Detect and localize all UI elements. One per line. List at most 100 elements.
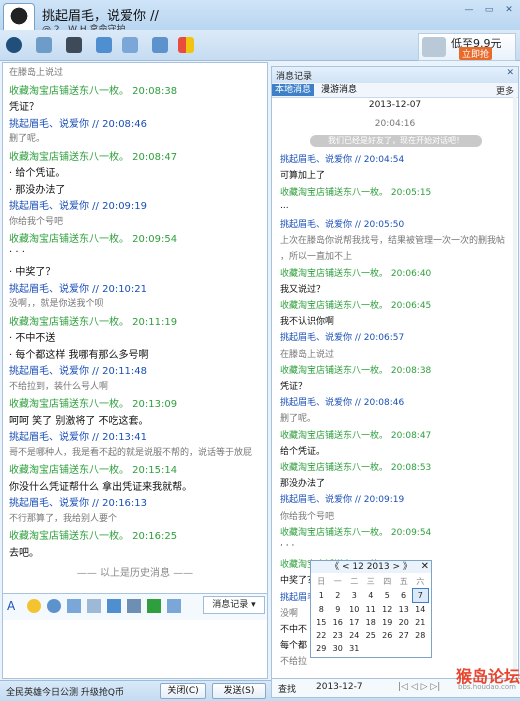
calendar-day[interactable]: 3 bbox=[346, 589, 363, 603]
message-text: · 不中不送 bbox=[9, 333, 56, 344]
video-icon[interactable] bbox=[66, 37, 82, 53]
composer-toolbar: A 消息记录 ▾ bbox=[2, 594, 268, 621]
tab-local-messages[interactable]: 本地消息 bbox=[272, 84, 315, 96]
calendar-day[interactable]: 18 bbox=[363, 616, 380, 629]
calendar-day[interactable]: 22 bbox=[313, 629, 330, 642]
calendar-weekday: 六 bbox=[416, 577, 425, 586]
calendar-day[interactable]: 20 bbox=[396, 616, 413, 629]
watermark-url: bbs.houdao.com bbox=[458, 683, 516, 691]
record-text: 删了呢。 bbox=[280, 414, 317, 425]
calendar-day[interactable]: 6 bbox=[396, 589, 413, 603]
minimize-button[interactable]: — bbox=[462, 4, 476, 16]
record-text: 那没办法了 bbox=[280, 479, 326, 490]
calendar-day[interactable]: 15 bbox=[313, 616, 330, 629]
close-chat-button[interactable]: 关闭(C) bbox=[160, 683, 206, 699]
calendar-day[interactable]: 19 bbox=[379, 616, 396, 629]
calendar-day[interactable]: 30 bbox=[330, 642, 347, 655]
tab-roaming-messages[interactable]: 漫游消息 bbox=[318, 84, 360, 96]
ad-button[interactable]: 立即抢 bbox=[459, 47, 493, 60]
bottom-promo[interactable]: 全民英雄今日公测 升级抢Q币 bbox=[6, 685, 124, 698]
font-icon[interactable]: A bbox=[7, 599, 21, 613]
send-button[interactable]: 发送(S) bbox=[212, 683, 266, 699]
calendar-day[interactable]: 27 bbox=[396, 629, 413, 642]
microphone-icon[interactable] bbox=[36, 37, 52, 53]
close-button[interactable]: ✕ bbox=[502, 4, 516, 16]
maximize-button[interactable]: ▭ bbox=[482, 4, 496, 16]
search-button[interactable]: 查找 bbox=[278, 682, 296, 695]
calendar-nav[interactable]: 《 < 12 2013 > 》 bbox=[311, 561, 431, 573]
voice-icon[interactable] bbox=[87, 599, 101, 613]
calendar-day[interactable]: 29 bbox=[313, 642, 330, 655]
calendar-day[interactable]: 8 bbox=[313, 603, 330, 617]
more-button[interactable]: 更多 bbox=[496, 84, 514, 97]
gift-icon[interactable] bbox=[47, 599, 61, 613]
records-close-icon[interactable]: ✕ bbox=[506, 68, 514, 78]
calendar-day[interactable]: 24 bbox=[346, 629, 363, 642]
records-scrollbar[interactable] bbox=[513, 97, 517, 677]
message-header: 挑起眉毛、说爱你 // 20:10:21 bbox=[9, 283, 148, 295]
calendar-close-icon[interactable]: ✕ bbox=[421, 561, 429, 572]
apps-icon[interactable] bbox=[178, 37, 194, 53]
calendar-day[interactable]: 11 bbox=[363, 603, 380, 617]
remote-desktop-icon[interactable] bbox=[152, 37, 168, 53]
message-records-button[interactable]: 消息记录 ▾ bbox=[203, 596, 265, 614]
calendar-day[interactable]: 23 bbox=[330, 629, 347, 642]
toolbar: 低至9.9元 立即抢 bbox=[0, 30, 520, 61]
emoji-icon[interactable] bbox=[27, 599, 41, 613]
records-footer: 查找 2013-12-7 |◁ ◁ ▷ ▷| 猴岛论坛 bbs.houdao.c… bbox=[271, 667, 520, 698]
records-header: 消息记录 ✕ bbox=[272, 67, 518, 84]
message-header: 收藏淘宝店铺送东八一枚。 20:09:54 bbox=[9, 234, 178, 245]
record-text: 你给我个号吧 bbox=[280, 511, 335, 522]
calendar-weekday: 一 bbox=[333, 577, 342, 587]
date-picker[interactable]: 2013-12-7 bbox=[316, 682, 363, 692]
calendar-day[interactable]: 25 bbox=[363, 629, 380, 642]
calendar-day[interactable]: 31 bbox=[346, 642, 363, 655]
image-icon[interactable] bbox=[67, 599, 81, 613]
music-icon[interactable] bbox=[127, 599, 141, 613]
calendar-day[interactable]: 21 bbox=[412, 616, 429, 629]
calendar-day[interactable]: 5 bbox=[379, 589, 396, 603]
calendar-day[interactable]: 9 bbox=[330, 603, 347, 617]
message-header: 挑起眉毛、说爱你 // 20:08:46 bbox=[9, 118, 148, 130]
more-tools-icon[interactable] bbox=[167, 599, 181, 613]
calendar-day[interactable]: 10 bbox=[346, 603, 363, 617]
record-text: 凭证？ bbox=[280, 382, 308, 392]
message-text: 你没什么凭证帮什么 拿出凭证来我就帮。 bbox=[9, 481, 193, 493]
record-header: 收藏淘宝店铺送东八一枚。 20:09:54 bbox=[280, 527, 432, 538]
message-header: 收藏淘宝店铺送东八一枚。 20:15:14 bbox=[9, 465, 178, 476]
calendar-day[interactable]: 28 bbox=[412, 629, 429, 642]
calendar-day[interactable]: 26 bbox=[379, 629, 396, 642]
calendar-weekday: 三 bbox=[366, 577, 375, 587]
screenshot-icon[interactable] bbox=[107, 599, 121, 613]
record-header: 挑起眉毛、说爱你 // 20:08:46 bbox=[280, 398, 405, 409]
record-header: 挑起眉毛、说爱你 // 20:04:54 bbox=[280, 155, 405, 166]
calendar-day[interactable]: 4 bbox=[363, 589, 380, 603]
download-icon[interactable] bbox=[147, 599, 161, 613]
record-text: 不给拉 bbox=[280, 657, 308, 668]
calendar-day[interactable]: 16 bbox=[330, 616, 347, 629]
record-text: 可算加上了 bbox=[280, 171, 326, 182]
calendar-day[interactable]: 12 bbox=[379, 603, 396, 617]
screen-share-icon[interactable] bbox=[122, 37, 138, 53]
message-header: 收藏淘宝店铺送东八一枚。 20:08:38 bbox=[9, 85, 178, 97]
message-text: 你给我个号吧 bbox=[9, 216, 64, 227]
camera-icon[interactable] bbox=[6, 37, 22, 53]
calendar-day bbox=[379, 642, 396, 655]
chat-history[interactable]: —— 以上是历史消息 —— 在滕岛上说过 收藏淘宝店铺送东八一枚。 20:08:3… bbox=[2, 62, 268, 594]
calendar-day[interactable]: 7 bbox=[411, 588, 429, 603]
calendar-day[interactable]: 2 bbox=[330, 589, 347, 603]
calendar-day[interactable]: 17 bbox=[346, 616, 363, 629]
records-date: 2013-12-07 bbox=[368, 100, 422, 110]
message-header: 挑起眉毛、说爱你 // 20:16:13 bbox=[9, 498, 148, 509]
message-text: 没啊，，就是你送我个呗 bbox=[9, 299, 104, 309]
calendar-day[interactable]: 13 bbox=[396, 603, 413, 617]
calendar-day[interactable]: 1 bbox=[313, 589, 330, 603]
page-navigation[interactable]: |◁ ◁ ▷ ▷| bbox=[398, 682, 440, 692]
file-transfer-icon[interactable] bbox=[96, 37, 112, 53]
message-input[interactable] bbox=[2, 620, 268, 679]
calendar-day[interactable]: 14 bbox=[412, 603, 429, 617]
ad-banner[interactable]: 低至9.9元 立即抢 bbox=[418, 33, 516, 61]
calendar-popup[interactable]: 《 < 12 2013 > 》 ✕ 日一二三四五六 1 2 3 4 5 6 7 8 9 10 11 12… bbox=[310, 560, 432, 658]
system-bubble: 我们已经是好友了，现在开始对话吧！ bbox=[310, 135, 482, 148]
message-header: 收藏淘宝店铺送东八一枚。 20:11:19 bbox=[9, 316, 178, 328]
